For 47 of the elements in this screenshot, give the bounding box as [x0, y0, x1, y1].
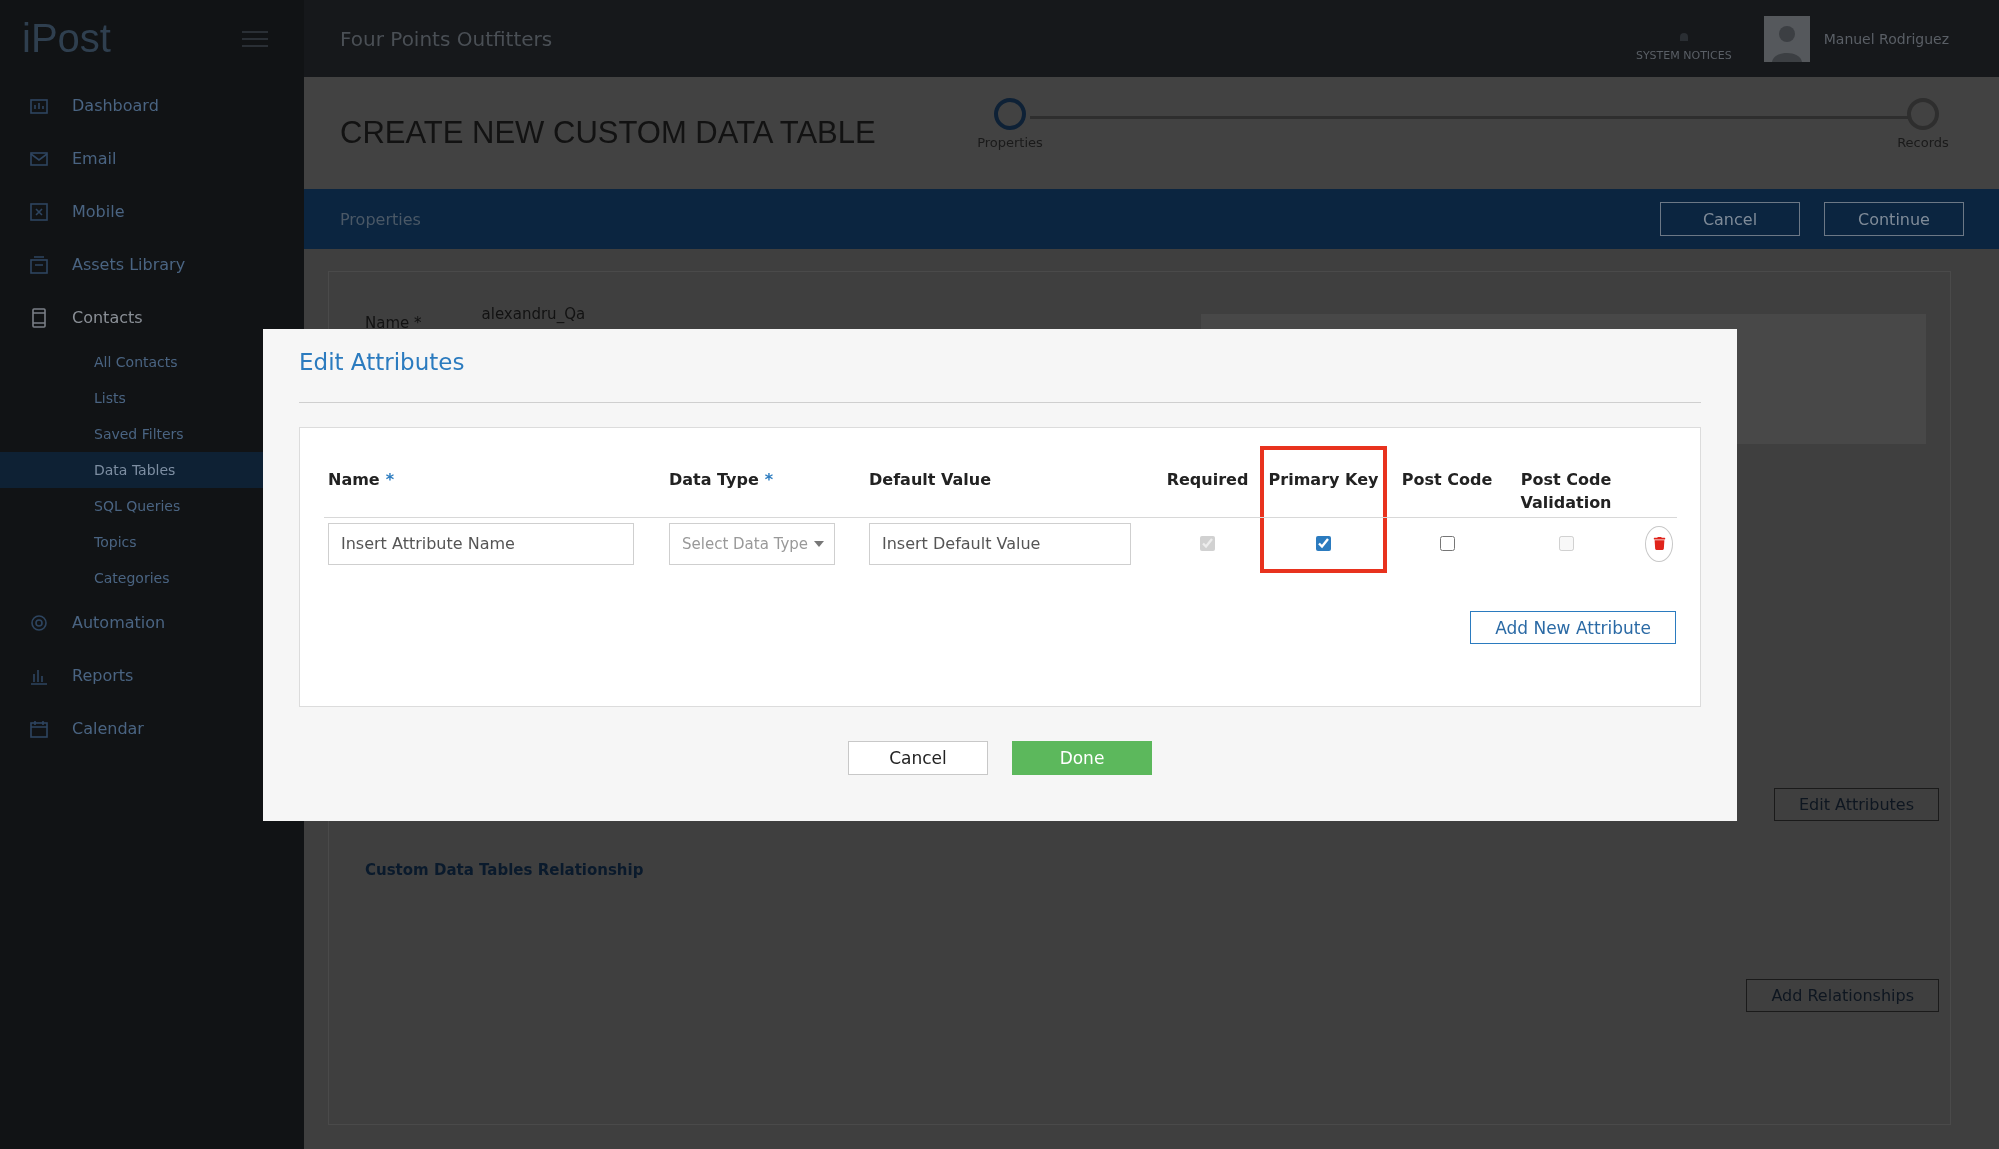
checkbox[interactable]	[1316, 536, 1331, 551]
sidebar-item[interactable]: Mobile	[0, 185, 304, 238]
text-input[interactable]: Insert Default Value	[869, 522, 1131, 565]
sidebar-label: Automation	[72, 613, 166, 632]
caret-icon	[814, 540, 824, 547]
column-header: Default Value	[869, 470, 991, 489]
sidebar-item[interactable]: Calendar	[0, 702, 304, 755]
step-circle[interactable]	[994, 98, 1026, 130]
user-name[interactable]: Manuel Rodriguez	[1823, 30, 1949, 47]
cancel-button[interactable]: Cancel	[848, 741, 988, 775]
checkbox[interactable]	[1439, 536, 1455, 551]
avatar[interactable]	[1763, 15, 1810, 62]
column-header: Post Code Validation	[1520, 470, 1612, 512]
assets-icon	[28, 253, 50, 276]
sidebar-label: Email	[72, 149, 117, 168]
column-header: Data Type *	[669, 470, 774, 489]
sidebar-item[interactable]: Automation	[0, 596, 304, 649]
sidebar-item[interactable]: Email	[0, 132, 304, 185]
sidebar-item[interactable]: Dashboard	[0, 79, 304, 132]
logo: iPost	[22, 16, 111, 61]
sidebar-label: Assets Library	[72, 255, 186, 274]
column-header: Required	[1166, 470, 1249, 489]
add-attribute-button[interactable]: Add New Attribute	[1470, 611, 1676, 644]
dialog-title: Edit Attributes	[299, 349, 1701, 403]
sidebar-item[interactable]: Contacts	[0, 291, 304, 344]
column-header: Post Code	[1401, 470, 1493, 489]
sidebar-label: Dashboard	[72, 96, 159, 115]
system-notices-link[interactable]: SYSTEM NOTICES	[1635, 49, 1732, 62]
data-type-select[interactable]: Select Data Type	[669, 522, 835, 565]
text-input[interactable]: Insert Attribute Name	[328, 522, 634, 565]
account-name: Four Points Outfitters	[340, 26, 554, 51]
mobile-icon	[28, 200, 50, 223]
menu-icon[interactable]	[242, 29, 268, 48]
column-header: Primary Key	[1268, 470, 1379, 489]
sidebar-label: Reports	[72, 666, 134, 685]
trash-icon	[1652, 537, 1666, 550]
sidebar-label: Mobile	[72, 202, 125, 221]
sidebar-item[interactable]: Reports	[0, 649, 304, 702]
sidebar-label: Contacts	[72, 308, 143, 327]
sidebar-label: Calendar	[72, 719, 144, 738]
done-button[interactable]: Done	[1012, 741, 1152, 775]
toolbar-button[interactable]: Cancel	[1660, 202, 1800, 236]
toolbar-button[interactable]: Continue	[1824, 202, 1964, 236]
section-title: Properties	[340, 209, 422, 229]
delete-button[interactable]	[1645, 525, 1673, 562]
sidebar-item[interactable]: Assets Library	[0, 238, 304, 291]
column-header: Name *	[328, 470, 395, 489]
